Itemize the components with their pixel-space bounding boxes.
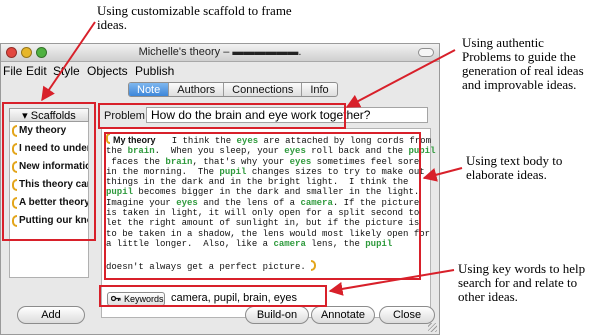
scaffold-label: My theory [19, 125, 67, 136]
build-on-button[interactable]: Build-on [245, 306, 309, 324]
note-text: My theory I think the eyes are attached … [106, 133, 436, 272]
keywords-button[interactable]: Keywords [107, 292, 165, 306]
scaffold-label: Putting our know [19, 215, 88, 226]
scaffold-bracket-icon [12, 179, 17, 191]
annotate-button[interactable]: Annotate [311, 306, 375, 324]
tab-connections[interactable]: Connections [223, 83, 301, 96]
scaffold-item[interactable]: My theory [10, 122, 88, 140]
scaffold-label: This theory cann [19, 179, 88, 190]
tab-info[interactable]: Info [301, 83, 336, 96]
keywords-field[interactable]: camera, pupil, brain, eyes [169, 290, 429, 306]
scaffold-item[interactable]: A better theory [10, 194, 88, 212]
problem-field[interactable]: How do the brain and eye work together? [146, 107, 428, 123]
scaffold-bracket-icon [12, 143, 17, 155]
annotation-scaffold: Using customizable scaffold to frame ide… [97, 3, 292, 32]
title-bar[interactable]: Michelle's theory – ▬▬▬▬▬▬. [1, 44, 439, 62]
note-window: Michelle's theory – ▬▬▬▬▬▬. File Edit St… [0, 43, 440, 335]
key-icon [111, 295, 121, 302]
annotation-text-body: Using text body to elaborate ideas. [466, 153, 563, 182]
menu-file[interactable]: File [3, 64, 22, 78]
menu-publish[interactable]: Publish [135, 64, 174, 78]
menu-edit[interactable]: Edit [26, 64, 47, 78]
close-button[interactable]: Close [379, 306, 435, 324]
scaffold-bracket-icon [12, 125, 17, 137]
scaffolds-header-label: Scaffolds [30, 110, 76, 122]
scaffold-bracket-icon [12, 197, 17, 209]
resize-grip-icon[interactable] [428, 323, 437, 332]
scaffolds-header[interactable]: ▾ Scaffolds [9, 108, 89, 122]
tab-note[interactable]: Note [129, 83, 169, 96]
scaffold-label: I need to unders [19, 143, 88, 154]
scaffold-label: New information [19, 161, 88, 172]
scaffold-item[interactable]: This theory cann [10, 176, 88, 194]
scaffold-item[interactable]: New information [10, 158, 88, 176]
window-title: Michelle's theory – ▬▬▬▬▬▬. [138, 46, 302, 58]
tab-bar: Note Authors Connections Info [128, 82, 338, 97]
scaffold-item[interactable]: I need to unders [10, 140, 88, 158]
scaffold-chip-label: My theory [113, 135, 156, 145]
tab-authors[interactable]: Authors [168, 83, 223, 96]
menu-objects[interactable]: Objects [87, 64, 128, 78]
scaffolds-list: My theory I need to unders New informati… [9, 122, 89, 278]
menu-bar: File Edit Style Objects Publish [1, 63, 439, 80]
annotation-problem: Using authentic Problems to guide the ge… [462, 35, 584, 92]
menu-style[interactable]: Style [53, 64, 80, 78]
toolbar-toggle-icon[interactable] [418, 48, 434, 57]
add-scaffold-button[interactable]: Add [17, 306, 85, 324]
scaffold-chip: My theory [106, 133, 156, 145]
problem-label: Problem [104, 110, 145, 122]
scaffold-bracket-icon [12, 215, 17, 227]
keywords-button-label: Keywords [124, 294, 164, 304]
scaffold-bracket-icon [106, 133, 110, 144]
scaffold-end-bracket-icon [311, 259, 317, 271]
scaffolds-panel: ▾ Scaffolds My theory I need to unders N… [9, 108, 89, 328]
scaffold-bracket-icon [12, 161, 17, 173]
annotation-keywords: Using key words to help search for and r… [458, 261, 586, 304]
scaffold-label: A better theory [19, 197, 88, 208]
scaffold-item[interactable]: Putting our know [10, 212, 88, 230]
